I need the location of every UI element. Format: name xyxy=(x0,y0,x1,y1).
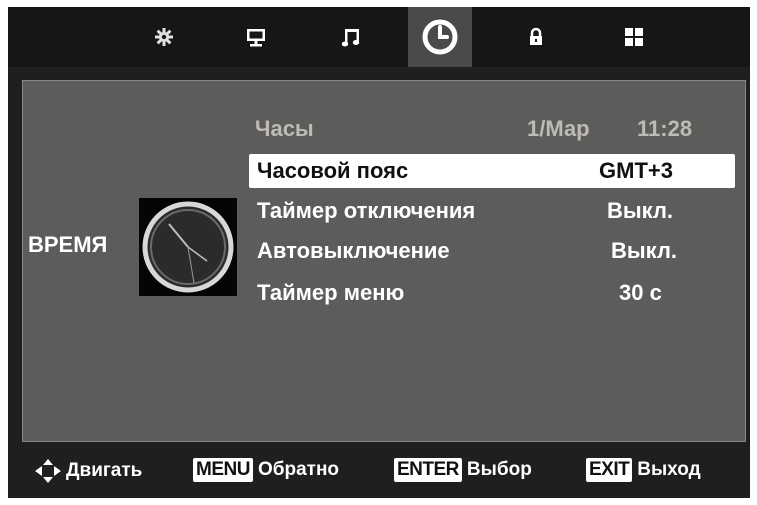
clock-date: 1/Мар xyxy=(527,116,590,141)
menu-item-label: Автовыключение xyxy=(257,238,450,263)
help-back: MENU Обратно xyxy=(193,458,339,482)
menu-item-label: Часовой пояс xyxy=(257,158,409,183)
exit-key: EXIT xyxy=(586,458,633,482)
menu-item-label: Таймер меню xyxy=(257,280,405,305)
clock-label: Часы xyxy=(255,116,314,141)
menu-key: MENU xyxy=(193,458,253,482)
menu-item-value: Выкл. xyxy=(611,238,678,263)
lock-icon xyxy=(530,27,542,45)
tab-sound[interactable] xyxy=(325,7,377,67)
help-exit: EXIT Выход xyxy=(586,458,701,482)
help-exit-label: Выход xyxy=(637,459,701,480)
tab-picture[interactable] xyxy=(230,7,282,67)
analog-clock-icon xyxy=(139,198,237,296)
menu-item-sleep-timer[interactable]: Таймер отключения Выкл. xyxy=(249,194,735,228)
tab-settings[interactable] xyxy=(138,7,190,67)
tab-lock[interactable] xyxy=(510,7,562,67)
help-move: Двигать xyxy=(34,458,142,484)
clock-time: 11:28 xyxy=(637,116,693,141)
tab-time[interactable] xyxy=(408,7,472,67)
menu-item-label: Таймер отключения xyxy=(257,198,476,223)
dpad-arrows-icon xyxy=(35,459,61,483)
monitor-icon xyxy=(247,29,265,47)
menu-tab-bar xyxy=(8,7,750,67)
help-move-label: Двигать xyxy=(66,460,143,481)
help-select: ENTER Выбор xyxy=(394,458,532,482)
menu-item-auto-off[interactable]: Автовыключение Выкл. xyxy=(249,234,735,268)
clock-header: Часы 1/Мар 11:28 xyxy=(249,112,735,146)
music-note-icon xyxy=(341,29,360,47)
section-title: ВРЕМЯ xyxy=(28,232,108,257)
settings-icon xyxy=(155,28,173,46)
clock-icon xyxy=(422,19,458,55)
grid-icon xyxy=(625,28,643,46)
menu-item-osd-timer[interactable]: Таймер меню 30 с xyxy=(249,276,735,310)
help-back-label: Обратно xyxy=(257,459,340,480)
menu-item-value: 30 с xyxy=(619,280,662,305)
help-select-label: Выбор xyxy=(466,459,532,480)
menu-item-timezone[interactable]: Часовой пояс GMT+3 xyxy=(249,154,735,188)
help-bar: Двигать MENU Обратно ENTER Выбор EXIT Вы… xyxy=(8,448,750,490)
enter-key: ENTER xyxy=(394,458,462,482)
menu-item-value: Выкл. xyxy=(607,198,674,223)
tab-setup[interactable] xyxy=(608,7,660,67)
menu-item-value: GMT+3 xyxy=(599,158,673,183)
